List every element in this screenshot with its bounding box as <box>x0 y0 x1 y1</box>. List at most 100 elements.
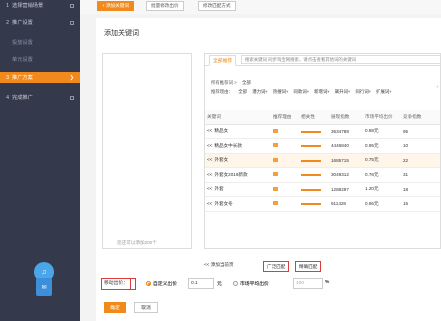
tab-all-recommend[interactable]: 全部推荐 <box>209 55 237 66</box>
mobile-bid-input[interactable]: 0.1 <box>188 278 214 289</box>
competition-cell: 18 <box>401 182 440 197</box>
competition-cell: 10 <box>401 138 440 154</box>
broad-match-button[interactable]: 广泛匹配 <box>263 261 290 272</box>
sidebar-item-finish[interactable]: 4 完成推广 <box>0 92 80 103</box>
confirm-button[interactable]: 确定 <box>104 302 126 313</box>
competition-cell: 31 <box>401 167 440 183</box>
keyword-cell[interactable]: << 外套 <box>205 182 271 197</box>
filter-option[interactable]: 全部 <box>242 80 251 86</box>
recommend-icon <box>273 172 278 177</box>
add-keyword-link[interactable]: << <box>207 201 212 206</box>
filter-option[interactable]: 同行词▾ <box>355 89 370 95</box>
cancel-button[interactable]: 取消 <box>134 302 158 313</box>
impression-cell: 4446840 <box>329 138 363 154</box>
table-row[interactable]: << 精品女中长款 4446840 0.95元 10 <box>205 138 440 154</box>
filter-option[interactable]: 新增词▾ <box>314 89 329 95</box>
sidebar-item-label: 投放设置 <box>12 40 33 46</box>
recommend-icon <box>273 143 278 148</box>
relevance-cell <box>299 138 329 154</box>
keyword-search-input[interactable]: 搜索关键词 同步淘宝网搜索，请点击查看其他词的关键词 <box>241 55 440 64</box>
custom-bid-label: 自定义出价 <box>153 282 177 287</box>
relevance-cell <box>299 196 329 212</box>
reason-cell <box>271 182 299 197</box>
competition-cell: 15 <box>401 196 440 212</box>
impression-cell: 3634788 <box>329 124 363 139</box>
sidebar-item-plan[interactable]: 3 推广方案 ❯ <box>0 72 80 83</box>
market-bid-label: 市场平均出价 <box>240 282 269 287</box>
mobile-pct-input[interactable]: 100 <box>293 278 323 289</box>
column-header: 相关性 <box>299 110 329 125</box>
tab-bar: 全部推荐 搜索关键词 同步淘宝网搜索，请点击查看其他词的关键词 <box>205 54 440 66</box>
filter-label: 推荐理由： <box>211 89 233 94</box>
relevance-bar <box>301 130 321 133</box>
match-mode-button[interactable]: 修改匹配方式 <box>198 1 236 11</box>
relevance-bar <box>301 203 321 206</box>
sidebar-item-label: 单元设置 <box>12 57 33 63</box>
add-keyword-link[interactable]: << <box>207 143 212 148</box>
recommend-icon <box>273 201 278 206</box>
keyword-cell[interactable]: << 精品女中长款 <box>205 138 271 154</box>
keyword-table: 关键词 推荐理由 相关性 展现指数 市场平均出价 竞争指数 << 精品女 3634… <box>205 110 440 212</box>
table-row[interactable]: << 外套女冬 911428 0.86元 15 <box>205 196 440 212</box>
scroll-right-icon[interactable]: › <box>436 84 438 90</box>
impression-cell: 1685715 <box>329 153 363 168</box>
keyword-cell[interactable]: << 外套女冬 <box>205 196 271 212</box>
impression-cell: 1288297 <box>329 182 363 197</box>
sidebar-item-unit[interactable]: 单元设置 <box>0 54 80 65</box>
filter-option[interactable]: 热搜词▾ <box>273 89 288 95</box>
filter-option[interactable]: 同款词▾ <box>294 89 309 95</box>
add-keyword-modal: 添加关键词 您还可以添加200个 全部推荐 搜索关键词 同步淘宝网搜索，请点击查… <box>96 18 441 321</box>
relevance-bar <box>301 174 321 177</box>
filter-row-reason: 推荐理由： 全部 潜力词▾ 热搜词▾ 同款词▾ 新增词▾ 飙升词▾ 同行词▾ 扩… <box>211 89 391 95</box>
filter-option[interactable]: 扩展词▾ <box>376 89 391 95</box>
keyword-cell[interactable]: << 精品女 <box>205 124 271 139</box>
column-header: 市场平均出价 <box>363 110 401 125</box>
keyword-cell[interactable]: << 外套女2019新款 <box>205 167 271 183</box>
sidebar-item-label: 完成推广 <box>12 95 33 101</box>
impression-cell: 3049312 <box>329 167 363 183</box>
relevance-bar <box>301 159 321 162</box>
table-row[interactable]: << 外套女2019新款 3049312 0.76元 31 <box>205 167 440 183</box>
mobile-bid-row: 移动出价： 自定义出价 0.1 元 市场平均出价 100 % <box>96 278 441 290</box>
unit-label: 元 <box>217 282 222 287</box>
custom-bid-radio[interactable] <box>146 281 151 286</box>
add-keyword-link[interactable]: << <box>207 128 212 133</box>
reason-cell <box>271 124 299 139</box>
sidebar-item-delivery[interactable]: 投放设置 <box>0 37 80 48</box>
help-widget[interactable]: ♫ ✉ <box>34 262 54 296</box>
competition-cell: 22 <box>401 153 440 168</box>
filter-option[interactable]: 飙升词▾ <box>335 89 350 95</box>
sidebar: 1 选择营销场景 2 推广设置 投放设置 单元设置 3 推广方案 ❯ 4 完成推… <box>0 0 80 321</box>
filter-row-category: 所有推荐词 > 全部 <box>211 80 251 86</box>
recommend-icon <box>273 186 278 191</box>
add-keyword-link[interactable]: << <box>207 157 212 162</box>
table-row[interactable]: << 外套女 1685715 0.75元 22 <box>205 153 440 168</box>
add-keyword-button[interactable]: + 添加关键词 <box>97 1 134 11</box>
selected-keywords-box[interactable]: 您还可以添加200个 <box>102 53 192 249</box>
market-bid-radio[interactable] <box>233 281 238 286</box>
checkbox-icon <box>70 3 74 8</box>
add-keyword-link[interactable]: << <box>207 172 212 177</box>
reason-cell <box>271 167 299 183</box>
add-current-page-link[interactable]: << 添加当前页 <box>204 262 234 268</box>
keyword-cell[interactable]: << 外套女 <box>205 153 271 168</box>
reason-cell <box>271 196 299 212</box>
toolbar: + 添加关键词 批量修改出价 修改匹配方式 <box>80 0 441 14</box>
relevance-cell <box>299 124 329 139</box>
recommend-icon <box>273 157 278 162</box>
bid-cell: 0.76元 <box>363 167 401 183</box>
table-row[interactable]: << 精品女 3634788 0.88元 95 <box>205 124 440 139</box>
add-keyword-link[interactable]: << <box>207 186 212 191</box>
checkbox-icon <box>70 20 74 25</box>
filter-option[interactable]: 全部 <box>238 89 247 95</box>
sidebar-item-scene[interactable]: 1 选择营销场景 <box>0 0 80 11</box>
batch-bid-button[interactable]: 批量修改出价 <box>146 1 184 11</box>
mail-icon[interactable]: ✉ <box>36 278 52 296</box>
filter-option[interactable]: 潜力词▾ <box>252 89 267 95</box>
recommend-icon <box>273 128 278 133</box>
table-row[interactable]: << 外套 1288297 1.20元 18 <box>205 182 440 197</box>
exact-match-button[interactable]: 精确匹配 <box>295 261 322 272</box>
step-number: 3 <box>6 74 9 81</box>
sidebar-item-promo-settings[interactable]: 2 推广设置 <box>0 17 80 28</box>
competition-cell: 95 <box>401 124 440 139</box>
